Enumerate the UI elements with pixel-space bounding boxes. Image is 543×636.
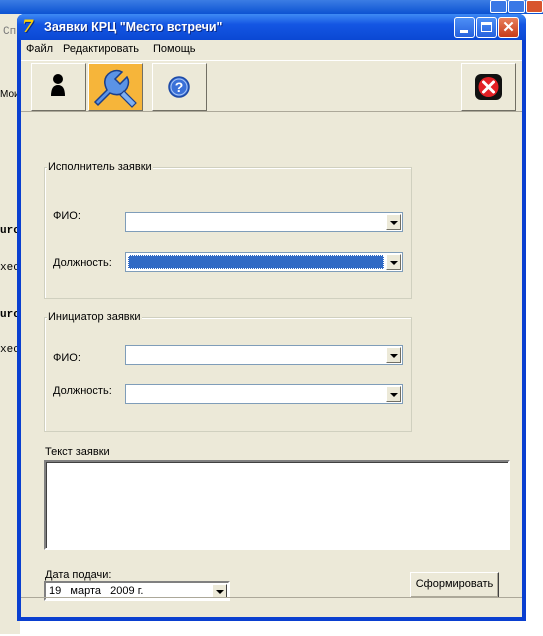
generate-button[interactable]: Сформировать (410, 572, 499, 598)
client-area: Файл Редактировать Помощь ? Исполнитель … (21, 40, 522, 617)
date-value: 19 марта 2009 г. (49, 585, 144, 597)
background-maximize-button[interactable] (508, 0, 525, 13)
initiator-position-label: Должность: (53, 385, 112, 397)
app-icon: 7 (22, 17, 34, 37)
maximize-icon (481, 22, 492, 32)
exit-button[interactable] (461, 63, 516, 111)
executor-fio-value (128, 215, 384, 229)
background-minimize-button[interactable] (490, 0, 507, 13)
background-text: Сп (3, 26, 17, 38)
user-button[interactable] (31, 63, 86, 111)
request-text-label: Текст заявки (45, 446, 110, 458)
minimize-button[interactable] (454, 17, 475, 38)
initiator-fio-value (128, 348, 384, 362)
request-text-area[interactable] (44, 460, 510, 550)
background-titlebar (0, 0, 543, 14)
menu-bar: Файл Редактировать Помощь (21, 40, 522, 59)
settings-button[interactable] (88, 63, 143, 111)
question-icon: ? (168, 76, 190, 98)
chevron-down-icon[interactable] (386, 254, 401, 270)
initiator-group: Инициатор заявки ФИО: Должность: (44, 311, 412, 432)
minimize-icon (460, 30, 468, 33)
chevron-down-icon[interactable] (386, 214, 401, 230)
executor-position-label: Должность: (53, 257, 112, 269)
initiator-position-combo[interactable] (125, 384, 403, 404)
question-glyph: ? (175, 79, 184, 95)
wrench-icon (89, 64, 142, 110)
close-icon (475, 74, 502, 100)
executor-position-combo[interactable] (125, 252, 403, 272)
chevron-down-icon[interactable] (212, 584, 227, 598)
window-title: Заявки КРЦ "Место встречи" (44, 20, 223, 34)
menu-edit[interactable]: Редактировать (63, 43, 139, 55)
close-icon: ✕ (502, 19, 515, 36)
executor-position-value (128, 255, 384, 269)
toolbar: ? (21, 60, 522, 112)
dialog-window: 7 Заявки КРЦ "Место встречи" ✕ Файл Реда… (17, 14, 526, 621)
initiator-fio-combo[interactable] (125, 345, 403, 365)
chevron-down-icon[interactable] (386, 347, 401, 363)
help-button[interactable]: ? (152, 63, 207, 111)
executor-group: Исполнитель заявки ФИО: Должность: (44, 161, 412, 299)
maximize-button[interactable] (476, 17, 497, 38)
initiator-group-title: Инициатор заявки (47, 311, 142, 323)
title-bar[interactable]: 7 Заявки КРЦ "Место встречи" ✕ (17, 14, 526, 40)
menu-help[interactable]: Помощь (153, 43, 196, 55)
close-button[interactable]: ✕ (498, 17, 519, 38)
chevron-down-icon[interactable] (386, 386, 401, 402)
background-close-button[interactable] (526, 0, 543, 13)
form-area: Исполнитель заявки ФИО: Должность: Иници… (21, 112, 522, 617)
executor-fio-label: ФИО: (53, 210, 81, 222)
initiator-fio-label: ФИО: (53, 352, 81, 364)
status-bar (21, 597, 522, 617)
menu-file[interactable]: Файл (26, 43, 53, 55)
executor-group-title: Исполнитель заявки (47, 161, 153, 173)
initiator-position-value (128, 387, 384, 401)
date-label: Дата подачи: (45, 569, 112, 581)
executor-fio-combo[interactable] (125, 212, 403, 232)
user-icon (51, 74, 65, 96)
